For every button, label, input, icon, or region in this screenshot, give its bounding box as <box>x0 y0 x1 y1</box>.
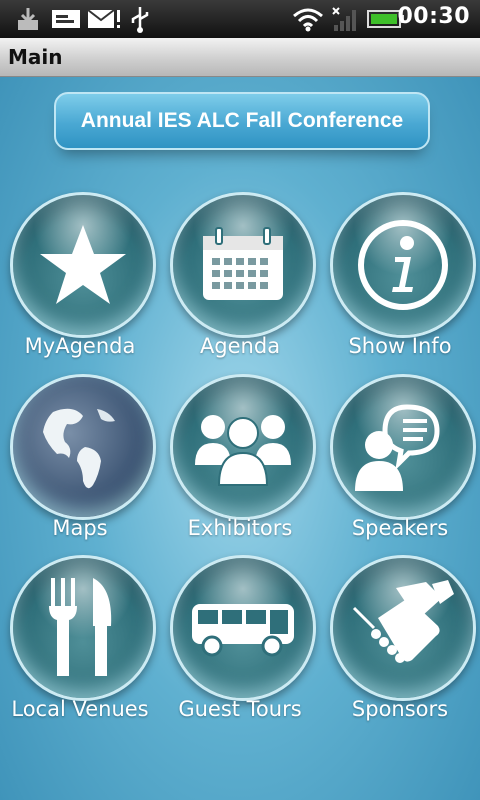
exhibitors-button[interactable]: Exhibitors <box>160 374 320 554</box>
page-title: Main <box>8 45 63 69</box>
handshake-icon <box>330 555 476 701</box>
signal-icon <box>330 5 360 33</box>
email-icon <box>86 5 122 33</box>
guest-tours-button[interactable]: Guest Tours <box>160 555 320 735</box>
fork-knife-icon <box>10 555 156 701</box>
maps-button[interactable]: Maps <box>0 374 160 554</box>
speakers-label: Speakers <box>351 516 449 540</box>
show-info-label: Show Info <box>348 334 452 358</box>
conference-title-button[interactable]: Annual IES ALC Fall Conference <box>54 92 430 150</box>
speaker-icon <box>330 374 476 520</box>
local-venues-button[interactable]: Local Venues <box>0 555 160 735</box>
usb-icon <box>128 5 152 33</box>
speakers-button[interactable]: Speakers <box>320 374 480 554</box>
calendar-icon <box>170 192 316 338</box>
people-group-icon <box>170 374 316 520</box>
conference-title: Annual IES ALC Fall Conference <box>80 109 404 132</box>
status-bar: 00:30 <box>0 0 480 38</box>
star-icon <box>10 192 156 338</box>
bus-icon <box>170 555 316 701</box>
show-info-button[interactable]: Show Info <box>320 192 480 372</box>
wifi-icon <box>290 5 326 33</box>
sponsors-button[interactable]: Sponsors <box>320 555 480 735</box>
download-icon <box>14 5 42 33</box>
agenda-button[interactable]: Agenda <box>160 192 320 372</box>
title-bar: Main <box>0 38 480 77</box>
info-icon <box>330 192 476 338</box>
globe-icon <box>10 374 156 520</box>
myagenda-button[interactable]: MyAgenda <box>0 192 160 372</box>
clock-time: 00:30 <box>397 4 470 29</box>
sms-icon <box>50 5 82 33</box>
sponsors-label: Sponsors <box>351 697 449 721</box>
